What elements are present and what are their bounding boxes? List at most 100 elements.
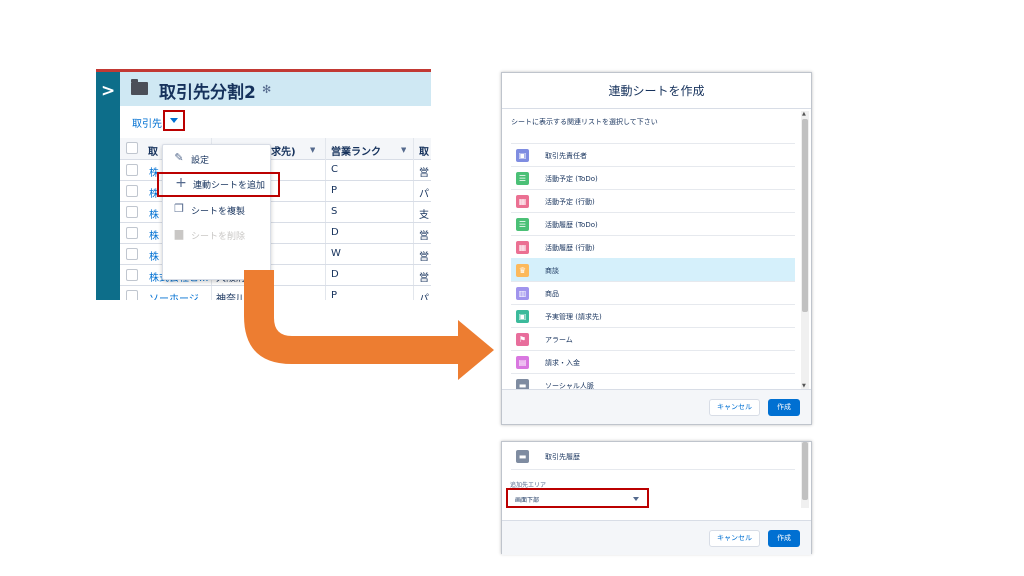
menu-item-label: 連動シートを追加 <box>193 181 266 191</box>
tab-account[interactable]: 取引先 <box>132 115 162 130</box>
row-checkbox[interactable] <box>126 290 138 300</box>
chevron-down-icon <box>633 497 639 501</box>
chevron-down-icon <box>170 118 178 123</box>
cell-rank: D <box>331 227 339 238</box>
menu-item-label: シートを削除 <box>191 232 246 242</box>
row-checkbox[interactable] <box>126 248 138 260</box>
cell-last: パ <box>419 189 429 200</box>
cell-last: 営 <box>419 168 429 179</box>
history-icon: ▬ <box>516 450 529 463</box>
copy-icon: ❐ <box>174 202 184 215</box>
account-name-link[interactable]: 株 <box>149 227 159 242</box>
target-area-value: 画面下部 <box>515 497 540 504</box>
list-item-related-list[interactable]: ▣ 予実管理 (請求先) <box>511 304 795 327</box>
row-checkbox[interactable] <box>126 227 138 239</box>
column-header-rank[interactable]: 営業ランク <box>331 143 381 158</box>
modal-scrollbar[interactable] <box>801 442 809 508</box>
list-item-label: 取引先責任者 <box>545 152 587 160</box>
plus-icon: + <box>175 175 187 191</box>
modal-title: 連動シートを作成 <box>502 73 811 109</box>
row-checkbox[interactable] <box>126 269 138 281</box>
sort-arrow-icon[interactable]: ▼ <box>401 146 406 154</box>
account-name-link[interactable]: 株 <box>149 206 159 221</box>
related-list-icon: ☰ <box>516 172 529 185</box>
sort-arrow-icon[interactable]: ▼ <box>310 146 315 154</box>
pencil-icon: ✎ <box>174 151 184 164</box>
list-item-label: 取引先履歴 <box>545 453 580 461</box>
menu-item-duplicate-sheet[interactable]: ❐ シートを複製 <box>163 198 270 223</box>
related-list-icon: ▤ <box>516 356 529 369</box>
cell-rank: W <box>331 248 341 259</box>
list-item-label: 活動履歴 (ToDo) <box>545 221 598 229</box>
cancel-button[interactable]: キャンセル <box>709 530 760 547</box>
row-checkbox[interactable] <box>126 185 138 197</box>
account-name-link[interactable]: ソーホージ... <box>149 290 208 300</box>
menu-item-settings[interactable]: ✎ 設定 <box>163 147 270 172</box>
list-item-related-list[interactable]: ▣ 取引先責任者 <box>511 143 795 166</box>
list-item-related-list[interactable]: ▦ 活動予定 (行動) <box>511 189 795 212</box>
related-list-icon: ▦ <box>516 241 529 254</box>
list-item-label: 活動履歴 (行動) <box>545 244 595 252</box>
create-button[interactable]: 作成 <box>768 399 800 416</box>
list-item-label: 活動予定 (行動) <box>545 198 595 206</box>
menu-item-add-linked-sheet[interactable]: + 連動シートを追加 <box>157 172 280 197</box>
gear-icon[interactable]: ✻ <box>262 83 271 96</box>
trash-icon: ▆ <box>174 227 184 240</box>
account-name-link[interactable]: 株 <box>149 248 159 263</box>
row-checkbox[interactable] <box>126 206 138 218</box>
cell-last: 営 <box>419 252 429 263</box>
cell-rank: S <box>331 206 338 217</box>
related-list-icon: ♛ <box>516 264 529 277</box>
create-button[interactable]: 作成 <box>768 530 800 547</box>
related-list-icon: ▣ <box>516 310 529 323</box>
create-linked-sheet-modal: 連動シートを作成 シートに表示する関連リストを選択して下さい ▣ 取引先責任者 ☰ 活… <box>501 72 812 425</box>
scrollbar-thumb[interactable] <box>802 119 808 312</box>
list-item-related-list[interactable]: ♛ 商談 <box>511 258 795 281</box>
related-list-icon: ▥ <box>516 287 529 300</box>
related-list-icon: ▦ <box>516 195 529 208</box>
target-area-select[interactable]: 画面下部 <box>506 488 649 508</box>
menu-item-label: 設定 <box>191 156 210 166</box>
menu-item-delete-sheet[interactable]: ▆ シートを削除 <box>163 223 270 248</box>
select-all-checkbox[interactable] <box>126 142 138 154</box>
modal-instruction: シートに表示する関連リストを選択して下さい <box>511 118 658 126</box>
list-item-related-list[interactable]: ▤ 請求・入金 <box>511 350 795 373</box>
side-rail: > <box>96 72 120 300</box>
modal-scrollbar[interactable]: ▲ ▼ <box>801 111 809 389</box>
cell-last: 支 <box>419 210 429 221</box>
list-item-related-list[interactable]: ⚑ アラーム <box>511 327 795 350</box>
create-linked-sheet-modal-bottom: ▬ 取引先履歴 追加先エリア 画面下部 キャンセル 作成 <box>501 441 812 555</box>
modal-footer: キャンセル 作成 <box>502 389 811 424</box>
list-item-label: 商品 <box>545 290 559 298</box>
list-item-related-list[interactable]: ☰ 活動予定 (ToDo) <box>511 166 795 189</box>
tab-dropdown-button[interactable] <box>163 110 185 131</box>
list-item-account-history[interactable]: ▬ 取引先履歴 <box>511 445 795 468</box>
cancel-button[interactable]: キャンセル <box>709 399 760 416</box>
column-header-5[interactable]: 取 <box>419 143 429 158</box>
row-checkbox[interactable] <box>126 164 138 176</box>
related-list-icon: ☰ <box>516 218 529 231</box>
list-item-label: 請求・入金 <box>545 359 580 367</box>
related-list-icon: ⚑ <box>516 333 529 346</box>
cell-rank: P <box>331 185 338 196</box>
tab-menu: ✎ 設定 + 連動シートを追加 ❐ シートを複製 ▆ シートを削除 <box>157 144 280 280</box>
modal-footer: キャンセル 作成 <box>502 520 811 555</box>
related-list-icon: ▣ <box>516 149 529 162</box>
folder-icon <box>131 79 148 95</box>
expand-chevron-icon[interactable]: > <box>101 81 115 101</box>
column-header-1[interactable]: 取 <box>148 143 158 158</box>
list-item-related-list[interactable]: ☰ 活動履歴 (ToDo) <box>511 212 795 235</box>
cell-last: 営 <box>419 231 429 242</box>
list-item-label: アラーム <box>545 336 573 344</box>
scrollbar-thumb[interactable] <box>802 442 808 500</box>
scroll-up-icon[interactable]: ▲ <box>802 111 806 117</box>
menu-item-label: シートを複製 <box>191 207 246 217</box>
list-item-label: 商談 <box>545 267 559 275</box>
list-item-label: 活動予定 (ToDo) <box>545 175 598 183</box>
list-item-related-list[interactable]: ▥ 商品 <box>511 281 795 304</box>
list-item-related-list[interactable]: ▦ 活動履歴 (行動) <box>511 235 795 258</box>
page-title: 取引先分割2 <box>159 83 256 103</box>
list-item-label: 予実管理 (請求先) <box>545 313 602 321</box>
page-header: 取引先分割2 ✻ <box>120 72 431 106</box>
cell-rank: C <box>331 164 338 175</box>
